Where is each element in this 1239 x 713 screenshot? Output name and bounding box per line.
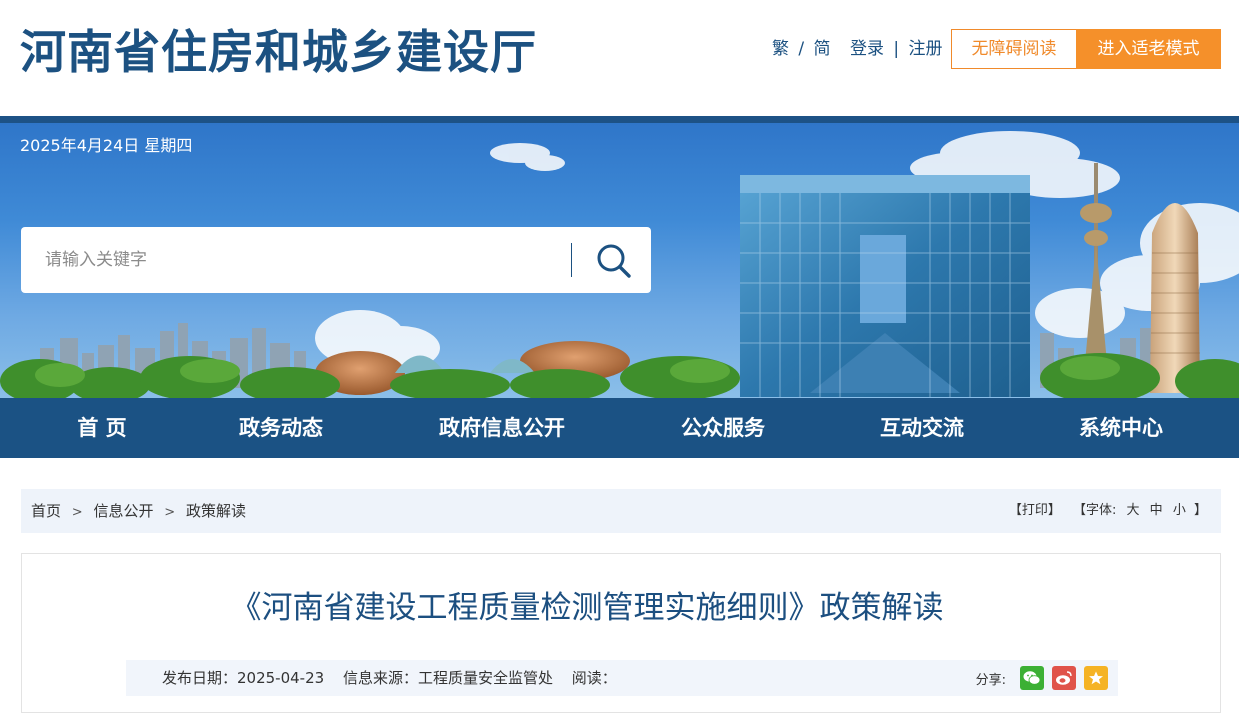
info-source: 信息来源：工程质量安全监管处 — [342, 669, 553, 687]
register-link[interactable]: 注册 — [909, 37, 943, 61]
nav-item-info-disclosure[interactable]: 政府信息公开 — [422, 398, 582, 458]
elderly-mode-button[interactable]: 进入适老模式 — [1076, 29, 1221, 69]
article-meta-bar: 发布日期：2025-04-23 信息来源：工程质量安全监管处 阅读： 分享: — [126, 660, 1118, 696]
banner: 2025年4月24日 星期四 — [0, 123, 1239, 398]
wechat-icon — [1023, 671, 1041, 685]
search-input[interactable] — [45, 227, 565, 293]
article-meta: 发布日期：2025-04-23 信息来源：工程质量安全监管处 阅读： — [162, 660, 631, 696]
breadcrumb-info-disclosure[interactable]: 信息公开 — [93, 502, 153, 520]
search-divider — [571, 243, 572, 277]
header-divider — [0, 116, 1239, 123]
nav-item-news[interactable]: 政务动态 — [221, 398, 341, 458]
search-box — [21, 227, 651, 293]
nav-item-public-service[interactable]: 公众服务 — [663, 398, 783, 458]
font-size-medium[interactable]: 中 — [1150, 503, 1163, 518]
font-size-small[interactable]: 小 — [1173, 503, 1186, 518]
top-links: 繁 / 简 登录 | 注册 — [772, 37, 943, 61]
page-tools: 【打印】 【字体: 大 中 小 】 — [1007, 489, 1207, 533]
breadcrumb-policy-interpretation[interactable]: 政策解读 — [186, 502, 246, 520]
search-icon — [597, 244, 631, 278]
font-size-close: 】 — [1193, 503, 1207, 518]
share-label: 分享: — [975, 672, 1006, 688]
read-count: 阅读： — [571, 669, 617, 687]
search-button[interactable] — [589, 239, 639, 283]
breadcrumb-separator: > — [164, 505, 176, 520]
print-button[interactable]: 【打印】 — [1009, 503, 1061, 518]
nav-item-system-center[interactable]: 系统中心 — [1061, 398, 1181, 458]
article-title: 《河南省建设工程质量检测管理实施细则》政策解读 — [230, 590, 944, 626]
nav-item-home[interactable]: 首 页 — [42, 398, 162, 458]
qzone-icon — [1089, 671, 1103, 685]
publish-date: 发布日期：2025-04-23 — [162, 669, 325, 687]
site-title[interactable]: 河南省住房和城乡建设厅 — [20, 22, 537, 82]
nav-item-interaction[interactable]: 互动交流 — [862, 398, 982, 458]
share-wechat-button[interactable] — [1020, 666, 1044, 690]
weibo-icon — [1056, 671, 1072, 685]
share-weibo-button[interactable] — [1052, 666, 1076, 690]
breadcrumb: 首页 > 信息公开 > 政策解读 — [31, 489, 246, 535]
login-link[interactable]: 登录 — [850, 37, 884, 61]
breadcrumb-home[interactable]: 首页 — [31, 502, 61, 520]
share-qzone-button[interactable] — [1084, 666, 1108, 690]
simplified-chinese-link[interactable]: 简 — [814, 37, 831, 61]
current-date: 2025年4月24日 星期四 — [20, 136, 193, 155]
article-container: 《河南省建设工程质量检测管理实施细则》政策解读 发布日期：2025-04-23 … — [21, 553, 1221, 713]
traditional-chinese-link[interactable]: 繁 — [772, 37, 789, 61]
accessible-reading-button[interactable]: 无障碍阅读 — [951, 29, 1077, 69]
font-size-large[interactable]: 大 — [1127, 503, 1140, 518]
breadcrumb-separator: > — [71, 505, 83, 520]
breadcrumb-bar: 首页 > 信息公开 > 政策解读 【打印】 【字体: 大 中 小 】 — [21, 489, 1221, 533]
site-header: 河南省住房和城乡建设厅 繁 / 简 登录 | 注册 无障碍阅读 进入适老模式 — [0, 0, 1239, 116]
lang-separator: / — [798, 39, 805, 59]
share-bar: 分享: — [976, 660, 1108, 696]
auth-separator: | — [893, 39, 900, 59]
main-nav: 首 页 政务动态 政府信息公开 公众服务 互动交流 系统中心 — [0, 398, 1239, 458]
font-size-label: 【字体: — [1072, 503, 1117, 518]
